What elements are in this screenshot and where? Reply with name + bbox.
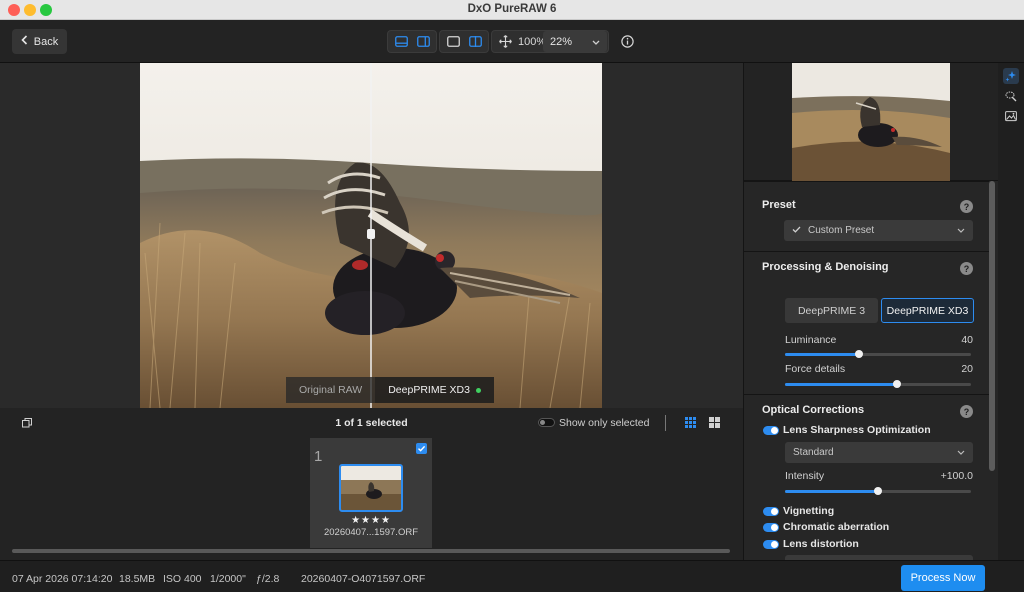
status-dot-icon: [475, 387, 481, 393]
status-iso: ISO 400: [163, 573, 202, 585]
status-aperture: ƒ/2.8: [256, 573, 280, 585]
luminance-value[interactable]: 40: [961, 334, 973, 346]
deepprime-3-button[interactable]: DeepPRIME 3: [785, 298, 878, 323]
thumbnail-image[interactable]: [339, 464, 403, 512]
rating-stars[interactable]: ★★★★: [310, 515, 432, 526]
lens-sharpness-toggle[interactable]: [763, 426, 779, 435]
chromatic-aberration-toggle[interactable]: [763, 523, 779, 532]
show-only-selected-label: Show only selected: [559, 417, 650, 429]
navigator-preview: [744, 63, 999, 181]
preset-dropdown[interactable]: Custom Preset: [784, 220, 973, 241]
help-icon[interactable]: ?: [960, 200, 973, 213]
panel-scrollbar-thumb[interactable]: [989, 181, 995, 471]
deepprime-label-text: DeepPRIME XD3: [388, 384, 470, 396]
chevron-down-icon: [957, 225, 965, 236]
panel-right-button[interactable]: [414, 33, 432, 50]
chevron-down-icon: [592, 36, 600, 48]
processing-title: Processing & Denoising: [762, 261, 889, 273]
image-adjust-icon[interactable]: [1003, 108, 1019, 124]
preset-section: Preset ? Custom Preset: [744, 181, 989, 251]
slider-fill: [785, 490, 878, 493]
slider-fill: [785, 353, 860, 356]
compare-labels: Original RAW DeepPRIME XD3: [286, 377, 494, 403]
main-photo[interactable]: [140, 63, 602, 408]
force-details-slider[interactable]: [785, 380, 971, 388]
status-date: 07 Apr 2026 07:14:20: [12, 573, 113, 585]
panel-scrollbar[interactable]: [989, 181, 995, 560]
lasso-brush-icon[interactable]: [1003, 88, 1019, 104]
intensity-value[interactable]: +100.0: [941, 470, 973, 482]
force-details-value[interactable]: 20: [961, 363, 973, 375]
info-icon[interactable]: [621, 35, 634, 51]
lens-distortion-toggle[interactable]: [763, 540, 779, 549]
window-title: DxO PureRAW 6: [467, 3, 557, 15]
back-label: Back: [33, 35, 59, 48]
denoise-mode-selector: DeepPRIME 3 DeepPRIME XD3: [785, 298, 974, 323]
sharpness-mode-value: Standard: [793, 447, 834, 458]
move-arrows-icon[interactable]: [496, 33, 514, 50]
preview-image[interactable]: [792, 63, 950, 181]
help-icon[interactable]: ?: [960, 262, 973, 275]
optical-section: Optical Corrections ? Lens Sharpness Opt…: [744, 394, 989, 561]
toolbar: Back 100% 22%: [0, 20, 1024, 63]
processing-section: Processing & Denoising ? DeepPRIME 3 Dee…: [744, 251, 989, 394]
optical-title: Optical Corrections: [762, 404, 865, 416]
checkmark-icon: [792, 225, 801, 236]
status-shutter: 1/2000": [210, 573, 246, 585]
chevron-left-icon: [21, 35, 28, 48]
split-view-button[interactable]: [466, 33, 484, 50]
intensity-slider[interactable]: [785, 487, 971, 495]
back-button[interactable]: Back: [12, 29, 67, 54]
status-filename: 20260407-O4071597.ORF: [301, 573, 426, 585]
thumbnail-index: 1: [314, 448, 323, 465]
slider-handle[interactable]: [874, 487, 882, 495]
thumbnail-card[interactable]: 1 ★★★★ 20260407...1597.ORF: [310, 438, 432, 548]
tool-strip: [998, 63, 1024, 560]
show-only-selected-toggle[interactable]: [538, 418, 555, 427]
status-bar: 07 Apr 2026 07:14:20 18.5MB ISO 400 1/20…: [0, 560, 1024, 592]
deepprime-xd3-button[interactable]: DeepPRIME XD3: [881, 298, 974, 323]
luminance-label: Luminance: [785, 334, 837, 346]
chromatic-aberration-label: Chromatic aberration: [783, 521, 890, 533]
image-canvas: Original RAW DeepPRIME XD3: [0, 63, 743, 408]
filmstrip: 1 ★★★★ 20260407...1597.ORF: [0, 438, 743, 560]
preset-value: Custom Preset: [808, 225, 875, 236]
grid-view-icon[interactable]: [685, 417, 696, 431]
force-details-label: Force details: [785, 363, 846, 375]
zoom-level-value: 22%: [550, 35, 573, 48]
filmstrip-bottom-button[interactable]: [392, 33, 410, 50]
process-now-button[interactable]: Process Now: [901, 565, 985, 591]
view-mode-group: [439, 30, 489, 53]
title-bar: DxO PureRAW 6: [0, 0, 1024, 20]
zoom-level-select[interactable]: 22%: [543, 31, 607, 52]
large-grid-view-icon[interactable]: [709, 417, 720, 431]
checkbox-checked-icon[interactable]: [416, 443, 427, 454]
divider: [665, 415, 666, 431]
slider-handle[interactable]: [855, 350, 864, 358]
filmstrip-scrollbar[interactable]: [12, 549, 730, 553]
single-view-button[interactable]: [444, 33, 462, 50]
zoom-100-button[interactable]: 100%: [518, 36, 546, 48]
luminance-slider[interactable]: [785, 350, 971, 358]
filmstrip-toolbar: 1 of 1 selected Show only selected: [0, 408, 743, 438]
deepprime-label: DeepPRIME XD3: [375, 377, 494, 403]
vignetting-toggle[interactable]: [763, 507, 779, 516]
lens-sharpness-label: Lens Sharpness Optimization: [783, 424, 931, 436]
settings-panel: Preset ? Custom Preset Processing & Deno…: [743, 63, 999, 561]
lens-distortion-label: Lens distortion: [783, 538, 859, 550]
vignetting-label: Vignetting: [783, 505, 835, 517]
sparkle-icon[interactable]: [1003, 68, 1019, 84]
layout-toggle-group: [387, 30, 437, 53]
preset-title: Preset: [762, 199, 796, 211]
chevron-down-icon: [957, 447, 965, 458]
help-icon[interactable]: ?: [960, 405, 973, 418]
slider-fill: [785, 383, 897, 386]
intensity-label: Intensity: [785, 470, 825, 482]
slider-handle[interactable]: [892, 380, 901, 388]
original-raw-label: Original RAW: [286, 377, 376, 403]
sharpness-mode-dropdown[interactable]: Standard: [785, 442, 973, 463]
thumbnail-filename: 20260407...1597.ORF: [323, 527, 418, 538]
status-file-size: 18.5MB: [119, 573, 156, 585]
